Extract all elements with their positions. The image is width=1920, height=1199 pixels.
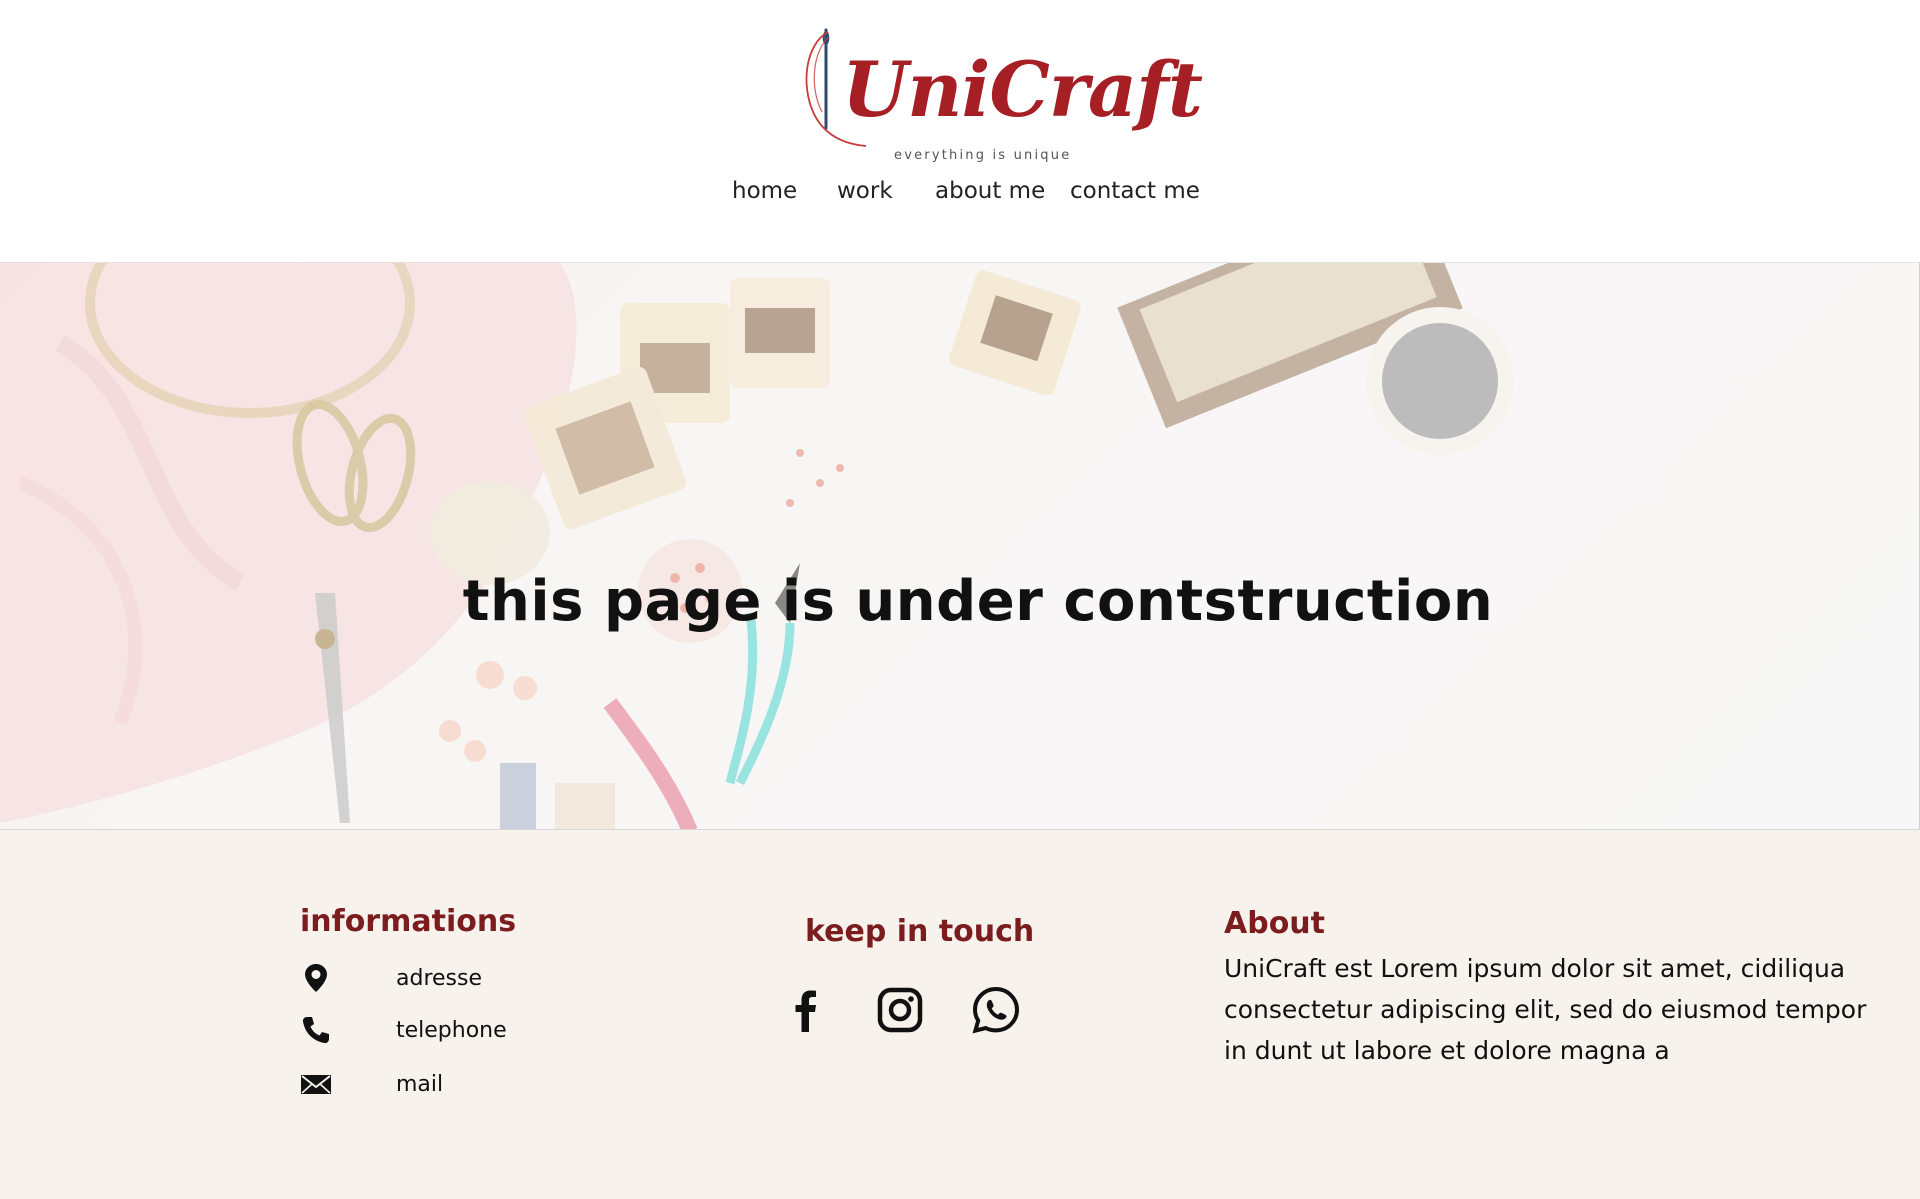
nav-home[interactable]: home: [732, 178, 797, 204]
main-nav: home work about me contact me: [0, 178, 1920, 214]
informations-heading: informations: [300, 904, 517, 939]
nav-work[interactable]: work: [837, 178, 893, 204]
mail-label: mail: [396, 1072, 444, 1097]
info-mail[interactable]: mail: [300, 1068, 700, 1102]
unicraft-logo[interactable]: UniCraft everything is unique: [800, 24, 1203, 164]
nav-about-me[interactable]: about me: [935, 178, 1045, 204]
instagram-icon[interactable]: [874, 984, 926, 1036]
site-footer: informations adresse telephone mail keep…: [0, 830, 1920, 1199]
mail-icon: [301, 1075, 331, 1094]
about-text: UniCraft est Lorem ipsum dolor sit amet,…: [1224, 954, 1867, 1065]
info-address[interactable]: adresse: [300, 962, 700, 996]
phone-icon: [302, 1017, 329, 1044]
whatsapp-icon[interactable]: [970, 984, 1022, 1036]
logo-tagline: everything is unique: [894, 148, 1072, 163]
keep-in-touch-heading: keep in touch: [805, 914, 1035, 949]
about-heading: About: [1224, 906, 1326, 941]
site-header: UniCraft everything is unique home work …: [0, 0, 1920, 262]
crafting-background-image: [0, 263, 1919, 829]
facebook-icon[interactable]: [780, 984, 832, 1036]
info-telephone[interactable]: telephone: [300, 1014, 700, 1048]
logo-wordmark: UniCraft: [842, 45, 1203, 134]
location-pin-icon: [305, 964, 327, 992]
hero-banner: this page is under contstruction: [0, 262, 1920, 830]
nav-contact-me[interactable]: contact me: [1070, 178, 1200, 204]
under-construction-title: this page is under contstruction: [462, 569, 1494, 634]
address-label: adresse: [396, 966, 483, 991]
telephone-label: telephone: [396, 1018, 507, 1043]
